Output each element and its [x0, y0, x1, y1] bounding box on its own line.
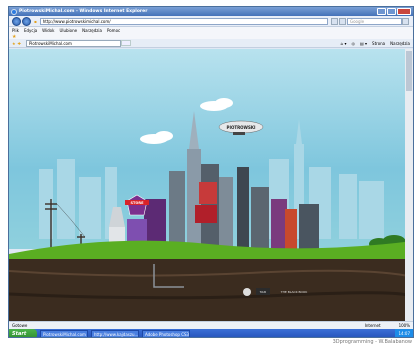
zoom-level[interactable]: 100%	[399, 323, 410, 328]
home-icon[interactable]: ⌂ ▾	[341, 41, 347, 46]
system-tray-clock[interactable]: 14:07	[395, 329, 413, 337]
minimize-button[interactable]	[377, 8, 386, 15]
store-badge-label: STORE	[131, 201, 145, 205]
search-input[interactable]: Google	[347, 17, 402, 25]
address-input[interactable]: http://www.piotrowskimichal.com/	[39, 17, 328, 25]
page-menu[interactable]: Strona	[372, 41, 385, 46]
scrollbar-thumb[interactable]	[406, 51, 412, 91]
forward-button[interactable]	[22, 16, 31, 26]
ie-logo-icon	[11, 8, 17, 15]
feeds-icon[interactable]: ◎	[351, 41, 355, 46]
favorites-star-icon[interactable]: ★	[12, 34, 16, 40]
close-button[interactable]	[397, 8, 411, 15]
print-icon[interactable]: ▤ ▾	[360, 41, 367, 46]
search-icon[interactable]	[402, 17, 409, 25]
new-tab-button[interactable]	[120, 40, 131, 46]
start-button[interactable]: Start	[9, 329, 37, 337]
command-bar: ⌂ ▾ ◎ ▤ ▾ Strona Narzędzia	[336, 41, 410, 46]
taskbar-item-browser[interactable]: PiotrowskiMichal.com	[40, 330, 88, 337]
status-bar: Gotowe Internet 100%	[9, 321, 413, 329]
tab-row: ★ ✚ PiotrowskiMichal.com ⌂ ▾ ◎ ▤ ▾ Stron…	[9, 39, 413, 48]
favicon-icon: ▪	[34, 18, 37, 24]
add-favorite-icon[interactable]: ✚	[18, 41, 21, 46]
clouds	[140, 98, 233, 144]
title-bar: PiotrowskiMichal.com - Windows Internet …	[9, 7, 413, 16]
menu-item-favorites[interactable]: Ulubione	[59, 28, 77, 33]
maximize-button[interactable]	[387, 8, 396, 15]
web-page-viewport[interactable]: PIOTROWSKI STORE TAXI THE BLACK BOOK	[9, 49, 413, 321]
address-row: ▪ http://www.piotrowskimichal.com/ Googl…	[9, 16, 413, 27]
taskbar-item-photoshop[interactable]: Adobe Photoshop CS3...	[142, 330, 190, 337]
blimp-text: PIOTROWSKI	[227, 125, 256, 130]
city-illustration: PIOTROWSKI STORE TAXI THE BLACK BOOK	[9, 49, 413, 321]
menu-bar: Plik Edycja Widok Ulubione Narzędzia Pom…	[9, 27, 413, 34]
status-text: Gotowe	[12, 323, 28, 328]
tab-current[interactable]: PiotrowskiMichal.com	[25, 39, 121, 47]
refresh-icon[interactable]	[331, 17, 338, 25]
soil	[9, 259, 413, 321]
black-book-label: THE BLACK BOOK	[280, 290, 308, 294]
image-credit: 3Dprogramming - W.Balabanow	[332, 339, 412, 345]
taskbar-item-browser-2[interactable]: http://www.kajdaszu...	[91, 330, 139, 337]
tools-menu[interactable]: Narzędzia	[390, 41, 410, 46]
menu-item-file[interactable]: Plik	[12, 28, 19, 33]
security-zone: Internet	[364, 323, 381, 328]
taxi-label: TAXI	[259, 290, 267, 294]
menu-item-edit[interactable]: Edycja	[24, 28, 37, 33]
taskbar: Start PiotrowskiMichal.com http://www.ka…	[9, 329, 413, 337]
menu-item-tools[interactable]: Narzędzia	[82, 28, 102, 33]
browser-window: PiotrowskiMichal.com - Windows Internet …	[8, 6, 414, 338]
menu-item-help[interactable]: Pomoc	[107, 28, 120, 33]
window-title: PiotrowskiMichal.com - Windows Internet …	[19, 9, 148, 14]
stop-icon[interactable]	[339, 17, 346, 25]
favorites-center-icon[interactable]: ★	[12, 41, 16, 46]
menu-item-view[interactable]: Widok	[42, 28, 54, 33]
back-button[interactable]	[12, 16, 21, 26]
